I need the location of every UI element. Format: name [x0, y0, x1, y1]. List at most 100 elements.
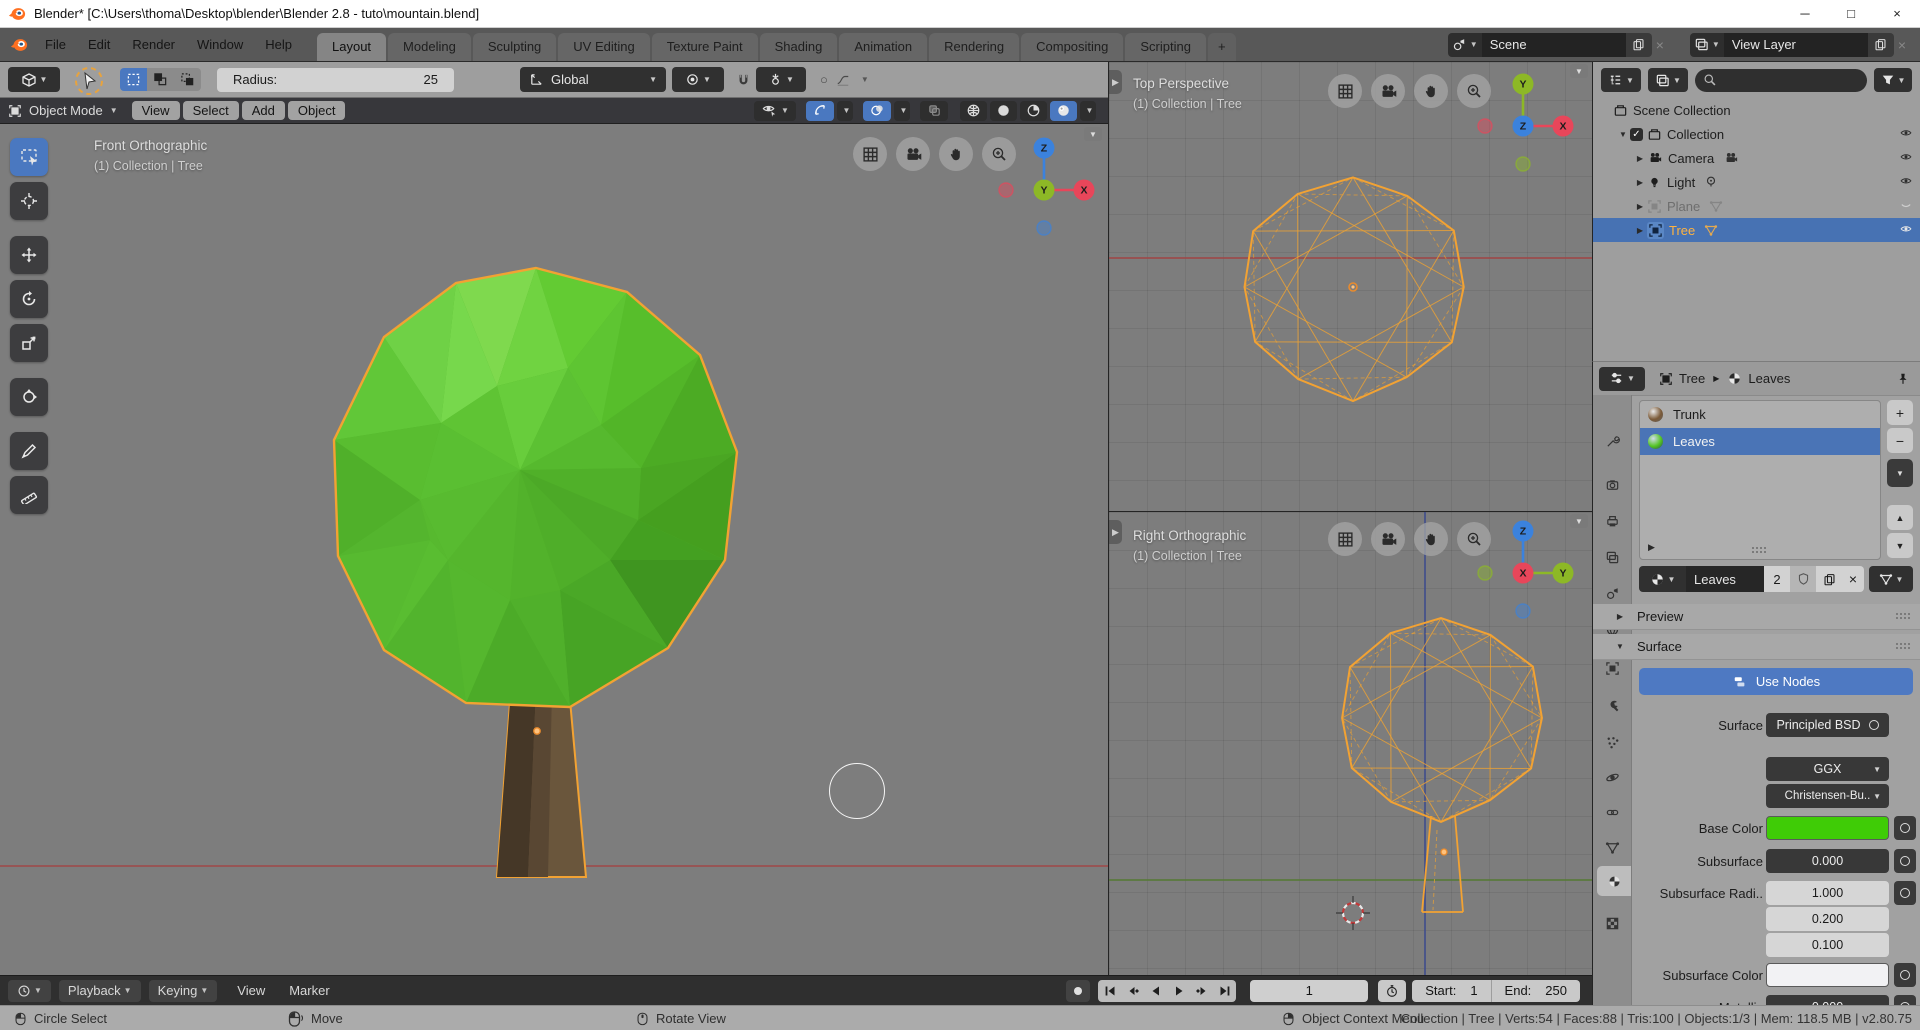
orthographic-grid-button[interactable]	[1328, 522, 1362, 556]
viewport-right[interactable]: Right Orthographic (1) Collection | Tree…	[1108, 512, 1592, 975]
select-mode-extend-button[interactable]	[147, 68, 174, 91]
pan-view-button[interactable]	[939, 137, 973, 171]
expander-right-icon[interactable]: ▶	[1633, 154, 1647, 163]
tool-annotate[interactable]	[10, 432, 48, 470]
tool-measure[interactable]	[10, 476, 48, 514]
tab-layout[interactable]: Layout	[317, 33, 386, 61]
outliner-row-tree[interactable]: ▶Tree	[1593, 218, 1920, 242]
material-browse-dropdown[interactable]: ▼	[1639, 566, 1686, 592]
region-collapse-chevron[interactable]: ▼	[1570, 514, 1588, 528]
gizmos-toggle[interactable]	[806, 101, 834, 121]
camera-view-button[interactable]	[1371, 522, 1405, 556]
tab-modifiers[interactable]	[1596, 690, 1628, 720]
pan-view-button[interactable]	[1414, 74, 1448, 108]
view-layer-browse-button[interactable]: ▼	[1690, 33, 1724, 57]
overlays-dropdown[interactable]: ▼	[894, 101, 910, 121]
collection-checkbox[interactable]: ✓	[1630, 128, 1643, 141]
transform-orientation-dropdown[interactable]: Global ▼	[520, 67, 666, 92]
expander-right-icon[interactable]: ▶	[1633, 178, 1647, 187]
tab-constraints[interactable]	[1596, 797, 1628, 827]
radius-field[interactable]: Radius: 25	[217, 68, 454, 92]
use-nodes-button[interactable]: Use Nodes	[1639, 668, 1913, 695]
panel-grip[interactable]	[1895, 642, 1911, 651]
move-slot-down-button[interactable]: ▼	[1887, 533, 1913, 558]
tab-modeling[interactable]: Modeling	[388, 33, 471, 61]
shading-dropdown[interactable]: ▼	[1080, 101, 1096, 121]
view-layer-name-field[interactable]: View Layer	[1724, 33, 1868, 57]
auto-keyframe-toggle[interactable]	[1066, 980, 1090, 1002]
menu-render[interactable]: Render	[121, 28, 186, 61]
shading-wireframe-button[interactable]	[960, 101, 987, 121]
tab-object-data[interactable]	[1596, 832, 1628, 862]
pin-icon[interactable]	[1896, 372, 1910, 386]
frame-start-field[interactable]: Start:1	[1412, 983, 1490, 998]
subsurface-radius-field-2[interactable]: 0.100	[1766, 933, 1889, 957]
minimize-button[interactable]: ─	[1782, 0, 1828, 27]
eye-icon[interactable]	[1898, 224, 1914, 236]
camera-view-button[interactable]	[1371, 74, 1405, 108]
tab-view-layer[interactable]	[1596, 542, 1628, 572]
new-material-button[interactable]	[1816, 566, 1842, 592]
tab-physics[interactable]	[1596, 762, 1628, 792]
viewport-top[interactable]: Top Perspective (1) Collection | Tree ▶ …	[1108, 62, 1592, 512]
active-tool-circle-select[interactable]	[72, 64, 106, 96]
view-layer-new-button[interactable]	[1868, 33, 1894, 57]
sidebar-toggle[interactable]: ▶	[1109, 70, 1122, 94]
frame-end-field[interactable]: End:250	[1492, 983, 1580, 998]
unlink-material-button[interactable]: ×	[1842, 566, 1864, 592]
scene-name-field[interactable]: Scene	[1482, 33, 1626, 57]
visibility-dropdown[interactable]: ▼	[754, 101, 796, 121]
tab-tool[interactable]	[1596, 426, 1628, 456]
outliner-row-light[interactable]: ▶Light	[1593, 170, 1920, 194]
menu-window[interactable]: Window	[186, 28, 254, 61]
eye-icon[interactable]	[1898, 152, 1914, 164]
subsurface-radius-field-0[interactable]: 1.000	[1766, 881, 1889, 905]
tab-compositing[interactable]: Compositing	[1021, 33, 1123, 61]
pan-view-button[interactable]	[1414, 522, 1448, 556]
viewport-menu-add[interactable]: Add	[242, 101, 285, 120]
timeline-editor-dropdown[interactable]: ▼	[8, 980, 51, 1002]
expander-right-icon[interactable]: ▶	[1633, 202, 1647, 211]
select-mode-subtract-button[interactable]	[174, 68, 201, 91]
orthographic-grid-button[interactable]	[1328, 74, 1362, 108]
proportional-editing-toggle[interactable]: ○	[820, 72, 828, 87]
playback-dropdown[interactable]: Playback▼	[59, 980, 141, 1002]
subsurface-field[interactable]: 0.000	[1766, 849, 1889, 873]
fake-user-button[interactable]	[1790, 566, 1816, 592]
subsurface-method-dropdown[interactable]: Christensen-Bu..▼	[1766, 784, 1889, 808]
base-color-animate-button[interactable]	[1894, 816, 1916, 840]
tab-render[interactable]	[1596, 470, 1628, 500]
remove-slot-button[interactable]: −	[1887, 428, 1913, 453]
snap-toggle[interactable]	[736, 72, 751, 87]
menu-help[interactable]: Help	[254, 28, 303, 61]
add-slot-button[interactable]: +	[1887, 400, 1913, 425]
link-mode-dropdown[interactable]: ▼	[1869, 566, 1913, 592]
outliner-display-mode-dropdown[interactable]: ▼	[1601, 68, 1641, 92]
play-reverse-button[interactable]	[1144, 980, 1167, 1002]
preview-panel-header[interactable]: ▶ Preview	[1593, 604, 1920, 630]
keying-dropdown[interactable]: Keying▼	[149, 980, 218, 1002]
viewport-menu-select[interactable]: Select	[183, 101, 239, 120]
subsurface-color-swatch[interactable]	[1766, 963, 1889, 987]
axis-navigation-gizmo[interactable]: ZYX	[996, 132, 1096, 244]
slot-specials-dropdown[interactable]: ▼	[1887, 459, 1913, 487]
use-preview-range-toggle[interactable]	[1378, 980, 1406, 1002]
sidebar-toggle[interactable]: ▶	[1109, 520, 1122, 544]
pivot-point-dropdown[interactable]: ▼	[672, 67, 724, 92]
slot-list-expander[interactable]: ▶	[1648, 542, 1655, 553]
next-keyframe-button[interactable]	[1190, 980, 1213, 1002]
breadcrumb-object[interactable]: Tree	[1679, 371, 1705, 386]
tab-particles[interactable]	[1596, 727, 1628, 757]
snap-settings-dropdown[interactable]: ▼	[756, 67, 806, 92]
gizmos-dropdown[interactable]: ▼	[837, 101, 853, 121]
surface-shader-field[interactable]: Principled BSD	[1766, 713, 1889, 737]
tool-select-box[interactable]	[10, 138, 48, 176]
subsurface-color-animate-button[interactable]	[1894, 963, 1916, 987]
tab-animation[interactable]: Animation	[839, 33, 927, 61]
editor-type-dropdown[interactable]: ▼	[8, 67, 60, 92]
timeline-marker-menu[interactable]: Marker	[277, 983, 341, 998]
add-workspace-button[interactable]: +	[1208, 33, 1236, 61]
close-button[interactable]: ×	[1874, 0, 1920, 27]
tab-rendering[interactable]: Rendering	[929, 33, 1019, 61]
material-users-button[interactable]: 2	[1764, 566, 1790, 592]
